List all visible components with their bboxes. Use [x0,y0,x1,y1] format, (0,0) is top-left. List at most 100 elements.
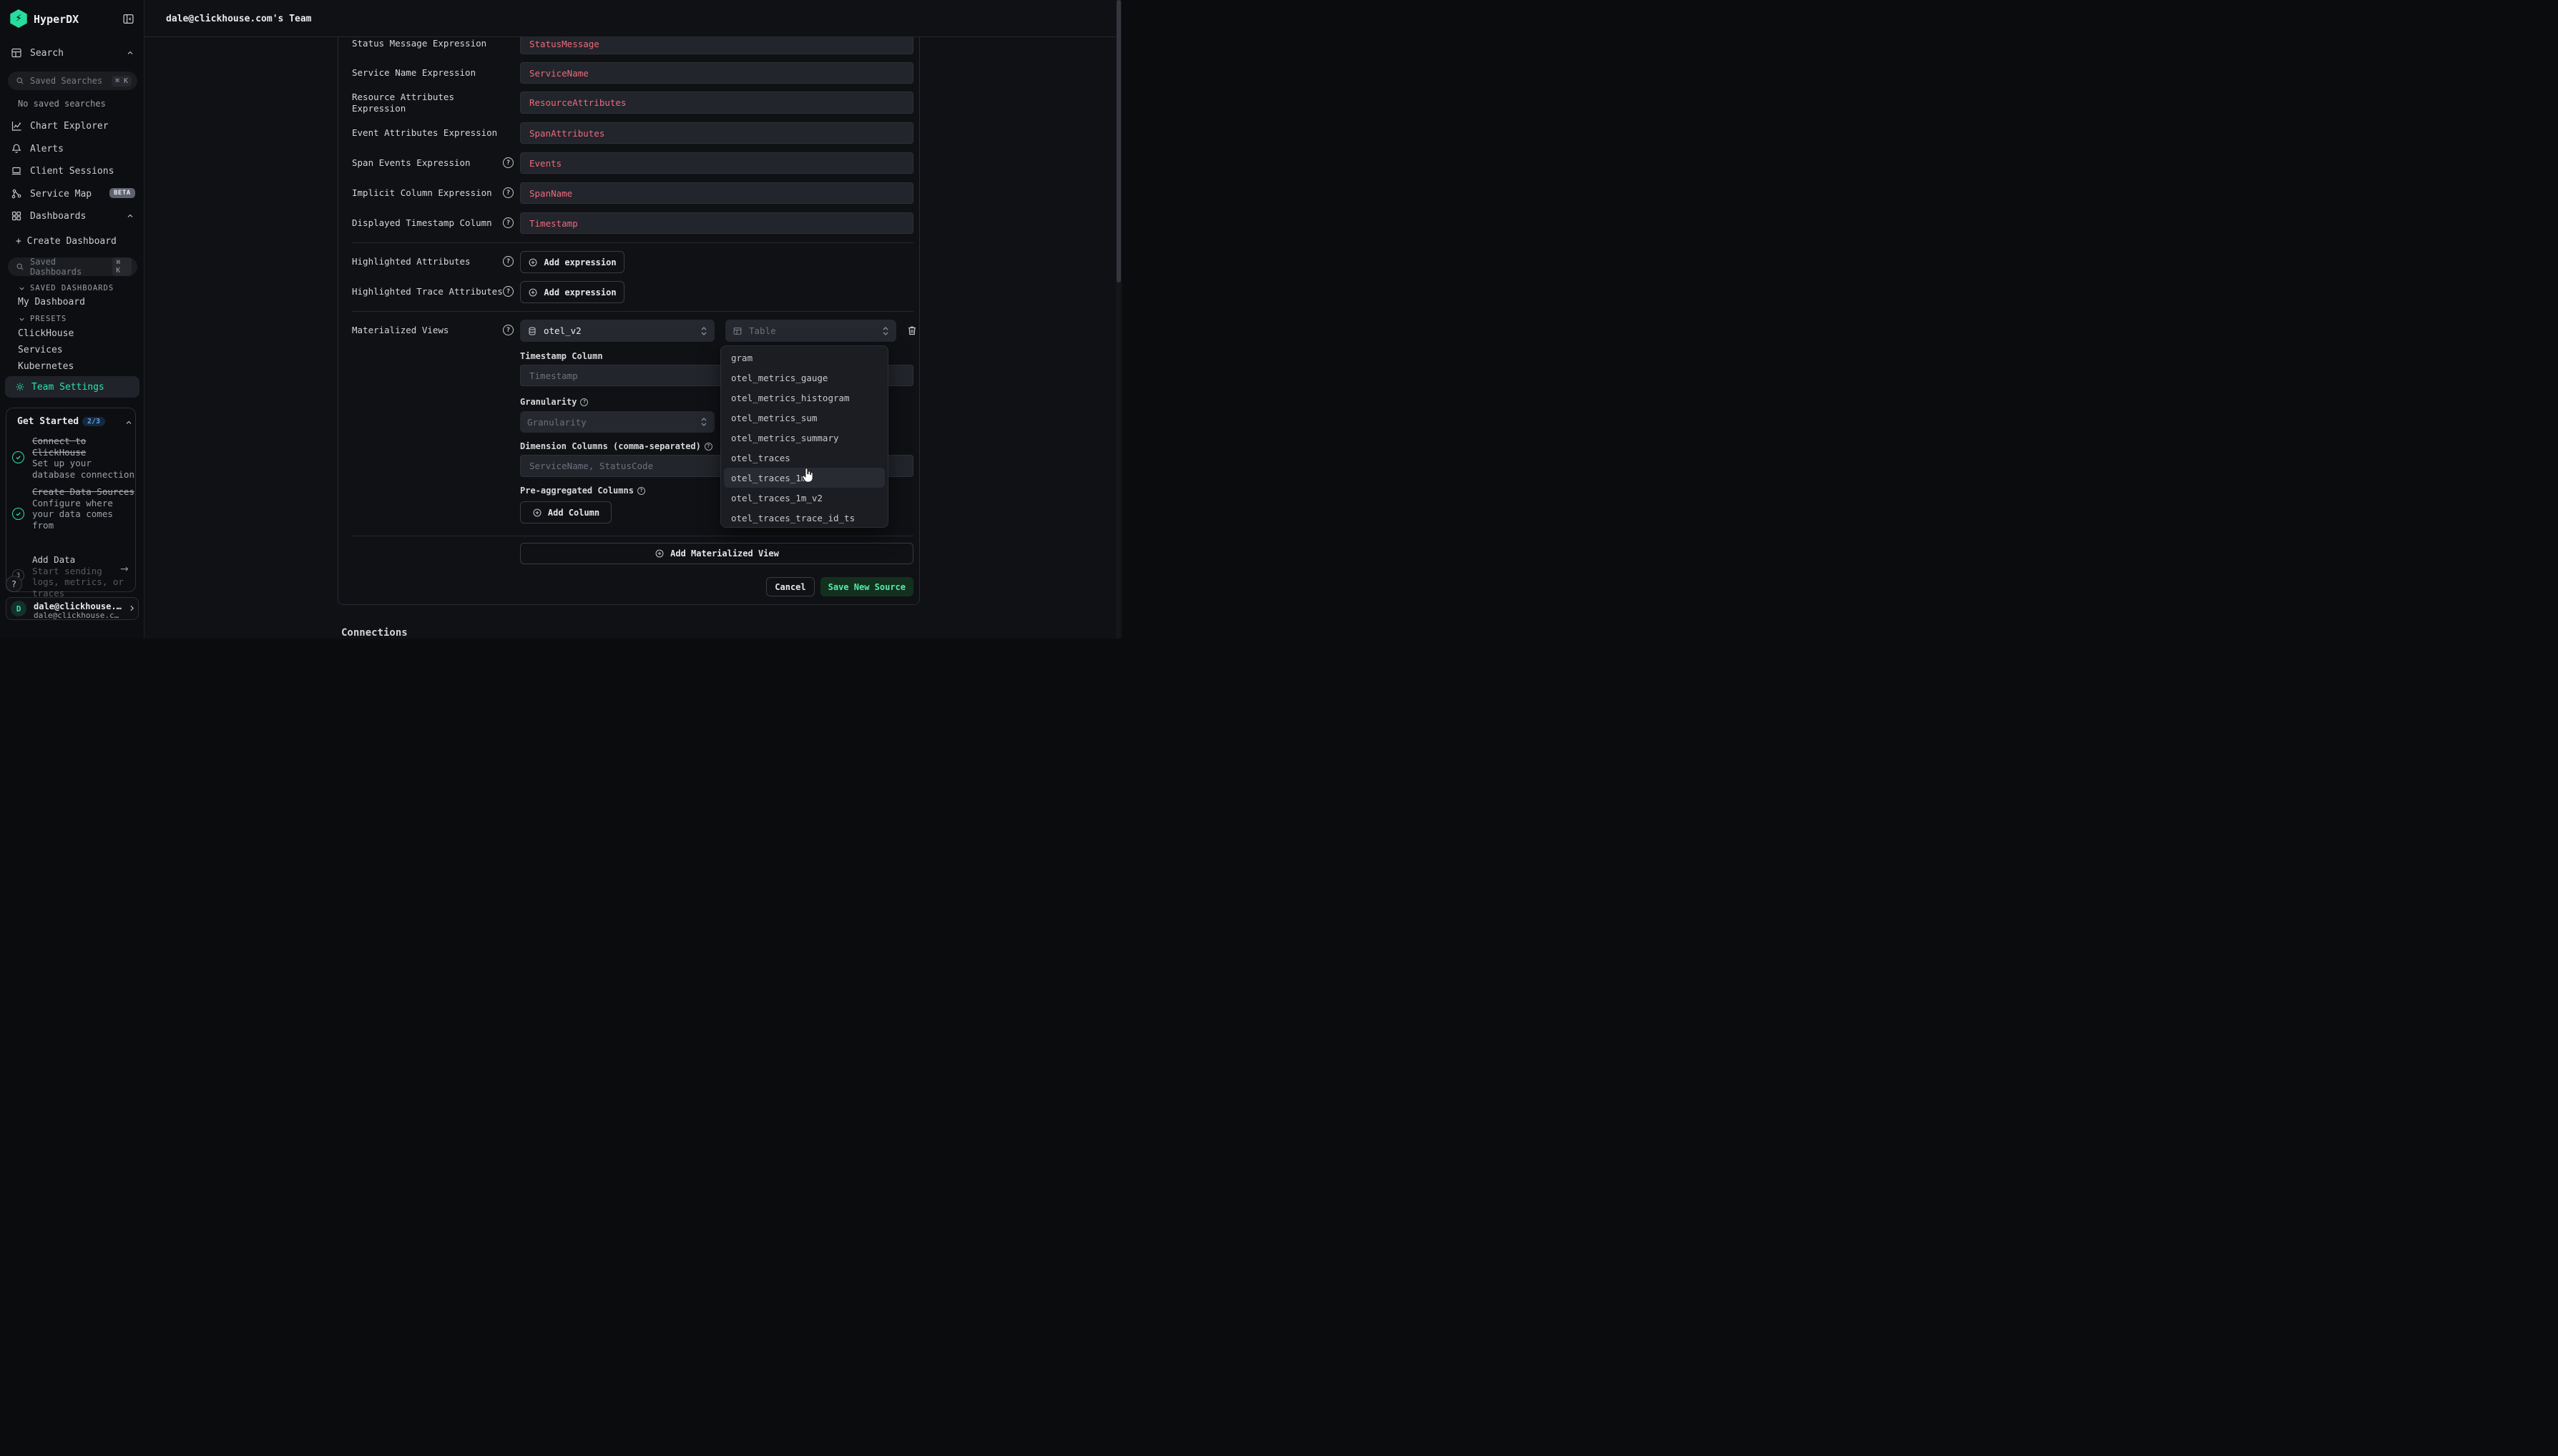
displayed-timestamp-column-input[interactable]: Timestamp [520,212,913,234]
hyperdx-logo[interactable]: ⚡ [9,9,28,28]
chevron-up-icon[interactable] [126,212,134,220]
create-dashboard-link[interactable]: + Create Dashboard [16,236,117,247]
progress-badge: 2/3 [82,417,105,426]
divider [352,311,913,312]
table-icon [732,326,743,336]
chevron-right-icon [127,604,137,613]
add-column-button[interactable]: Add Column [520,501,612,523]
get-started-step[interactable]: Create Data Sources Configure where your… [32,486,137,531]
lightning-icon: ⚡ [15,13,22,24]
header: dale@clickhouse.com's Team [144,0,1122,37]
dropdown-option[interactable]: otel_metrics_sum [721,408,888,428]
delete-materialized-view-button[interactable] [906,325,918,336]
app-name: HyperDX [34,13,79,26]
add-expression-button[interactable]: Add expression [520,251,624,273]
chevron-down-icon [18,285,26,292]
saved-dashboards-input[interactable]: Saved Dashboards ⌘ K [8,257,137,276]
sidebar: ⚡ HyperDX Search Saved Searches ⌘ K No s… [0,0,144,639]
dropdown-option[interactable]: otel_metrics_gauge [721,368,888,388]
cancel-button[interactable]: Cancel [766,577,814,596]
save-new-source-button[interactable]: Save New Source [820,577,913,596]
scrollbar-thumb[interactable] [1117,0,1121,282]
chevron-up-icon[interactable] [124,418,133,427]
sidebar-item-alerts[interactable]: Alerts [11,142,64,156]
span-events-expression-input[interactable]: Events [520,152,913,174]
sidebar-item-services[interactable]: Services [18,345,63,355]
add-expression-label: Add expression [544,257,616,267]
plus-circle-icon [532,508,542,518]
help-icon[interactable]: ? [503,187,514,198]
get-started-step[interactable]: Add Data Start sending logs, metrics, or… [32,554,132,599]
sub-label: Pre-aggregated Columns ? [520,486,645,496]
get-started-step[interactable]: Connect to ClickHouse Set up your databa… [32,436,137,480]
service-name-expression-input[interactable]: ServiceName [520,62,913,84]
help-icon[interactable]: ? [503,256,514,267]
field-label: Highlighted Attributes [352,256,504,267]
sub-label: Dimension Columns (comma-separated) ? [520,441,712,451]
search-icon [16,77,24,85]
event-attributes-expression-input[interactable]: SpanAttributes [520,122,913,144]
mouse-cursor [801,468,813,483]
field-value: StatusMessage [529,39,599,49]
dropdown-option[interactable]: otel_traces_trace_id_ts [721,508,888,528]
sidebar-item-chart-explorer[interactable]: Chart Explorer [11,119,109,133]
dropdown-option[interactable]: otel_traces [721,448,888,468]
help-icon[interactable]: ? [580,398,588,406]
dropdown-option[interactable]: otel_traces_1m_v2 [721,488,888,508]
plus-circle-icon [528,257,538,267]
add-materialized-view-button[interactable]: Add Materialized View [520,543,913,564]
sidebar-item-service-map[interactable]: Service Map [11,187,92,201]
help-button[interactable]: ? [6,576,22,592]
user-card[interactable]: D dale@clickhouse.… dale@clickhouse.c… [6,597,139,620]
sidebar-item-client-sessions[interactable]: Client Sessions [11,164,114,178]
help-icon[interactable]: ? [503,325,514,335]
dropdown-option[interactable]: otel_metrics_histogram [721,388,888,408]
app-root: Status Message Expression StatusMessage … [0,0,1122,639]
field-label: Status Message Expression [352,38,504,49]
resource-attributes-expression-input[interactable]: ResourceAttributes [520,92,913,114]
sidebar-item-dashboards[interactable]: Dashboards [11,209,86,223]
sidebar-item-kubernetes[interactable]: Kubernetes [18,361,74,372]
sidebar-item-clickhouse[interactable]: ClickHouse [18,328,74,339]
section-presets[interactable]: PRESETS [18,315,67,323]
sidebar-item-search[interactable]: Search [11,46,64,60]
user-email: dale@clickhouse.c… [34,611,119,620]
page-title: dale@clickhouse.com's Team [166,14,312,24]
saved-searches-input[interactable]: Saved Searches ⌘ K [8,72,137,90]
table-placeholder: Table [749,325,776,336]
sidebar-item-team-settings[interactable]: Team Settings [5,376,139,398]
granularity-select[interactable]: Granularity [520,411,715,433]
search-table-icon [11,47,22,59]
dropdown-option[interactable]: gram [721,348,888,368]
field-label: Resource Attributes Expression [352,92,477,114]
avatar: D [11,601,26,616]
help-icon[interactable]: ? [637,487,645,495]
select-chevrons-icon [700,325,707,337]
no-saved-searches: No saved searches [18,99,106,109]
chevron-up-icon[interactable] [126,49,134,57]
section-saved-dashboards[interactable]: SAVED DASHBOARDS [18,284,114,292]
step-desc: Start sending logs, metrics, or traces [32,566,132,599]
sidebar-item-my-dashboard[interactable]: My Dashboard [18,297,85,308]
materialized-table-select[interactable]: Table [725,320,896,342]
get-started-title: Get Started [17,416,79,427]
materialized-view-select[interactable]: otel_v2 [520,320,715,342]
help-icon[interactable]: ? [503,157,514,168]
add-expression-button[interactable]: Add expression [520,281,624,303]
scrollbar[interactable] [1116,0,1122,639]
help-icon[interactable]: ? [705,443,712,451]
help-icon[interactable]: ? [503,217,514,228]
database-icon [527,326,537,336]
check-circle-icon [12,451,24,463]
collapse-sidebar-icon[interactable] [122,13,134,25]
implicit-column-expression-input[interactable]: SpanName [520,182,913,204]
connections-heading: Connections [341,627,408,639]
dropdown-option[interactable]: otel_metrics_summary [721,428,888,448]
check-circle-icon [12,508,24,520]
arrow-right-icon[interactable]: → [120,564,129,575]
plus-circle-icon [528,287,538,297]
add-materialized-view-label: Add Materialized View [670,549,779,559]
sidebar-item-label: Service Map [30,189,92,200]
help-icon[interactable]: ? [503,286,514,297]
field-placeholder: Timestamp [529,370,578,381]
